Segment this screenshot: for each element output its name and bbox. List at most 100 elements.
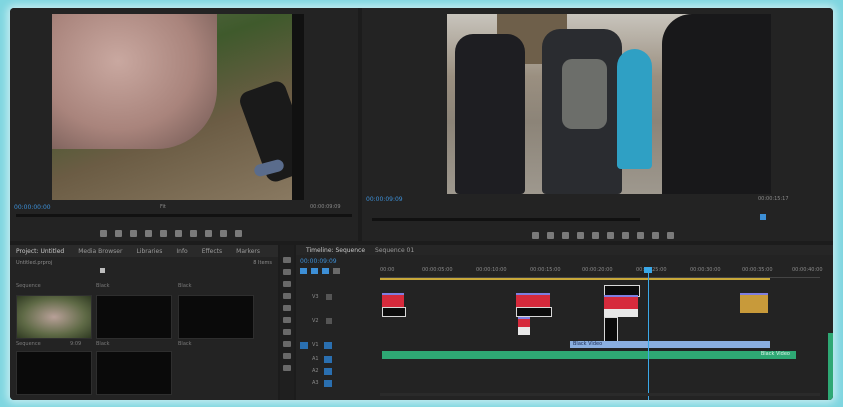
slip-tool-icon[interactable]	[283, 329, 291, 335]
ruler-tick: 00:00:40:00	[792, 267, 823, 273]
settings-icon[interactable]	[333, 268, 340, 274]
add-marker-icon[interactable]	[322, 268, 329, 274]
snap-icon[interactable]	[300, 268, 307, 274]
tab-libraries[interactable]: Libraries	[136, 248, 162, 255]
pen-tool-icon[interactable]	[283, 341, 291, 347]
program-transport-controls	[532, 232, 674, 239]
person-image-region	[455, 34, 525, 194]
audio-meter	[828, 333, 833, 400]
tab-markers[interactable]: Markers	[236, 248, 260, 255]
track-name: A3	[312, 380, 319, 386]
ruler-tick: 00:00:20:00	[582, 267, 613, 273]
step-back-icon[interactable]	[145, 230, 152, 237]
timeline-panel: Timeline: Sequence Sequence 01 00:00:09:…	[296, 245, 833, 400]
play-icon[interactable]	[160, 230, 167, 237]
source-patch-icon[interactable]	[300, 342, 308, 349]
timeline-clip[interactable]	[518, 327, 530, 335]
mark-in-icon[interactable]	[532, 232, 539, 239]
zoom-tool-icon[interactable]	[283, 365, 291, 371]
timeline-clip-blue[interactable]: Black Video	[570, 341, 770, 348]
insert-icon[interactable]	[205, 230, 212, 237]
play-icon[interactable]	[592, 232, 599, 239]
linked-selection-icon[interactable]	[311, 268, 318, 274]
source-fit-dropdown[interactable]: Fit	[160, 204, 166, 210]
selection-tool-icon[interactable]	[283, 257, 291, 263]
clip-label: Black Video	[573, 341, 603, 347]
playhead-line[interactable]	[648, 267, 649, 400]
mark-out-icon[interactable]	[547, 232, 554, 239]
tab-info[interactable]: Info	[176, 248, 187, 255]
project-thumbnail[interactable]	[96, 295, 172, 339]
thumbnail-label: Sequence	[16, 283, 41, 289]
rolling-edit-tool-icon[interactable]	[283, 293, 291, 299]
source-timecode[interactable]: 00:00:00:00	[14, 204, 51, 211]
step-forward-icon[interactable]	[175, 230, 182, 237]
extract-icon[interactable]	[652, 232, 659, 239]
program-timecode[interactable]: 00:00:09:09	[366, 196, 403, 203]
clip-label: Black Video	[760, 351, 790, 357]
tab-project[interactable]: Project: Untitled	[16, 248, 64, 255]
track-name: A2	[312, 368, 319, 374]
hand-tool-icon[interactable]	[283, 353, 291, 359]
razor-tool-icon[interactable]	[283, 317, 291, 323]
timeline-scrollbar[interactable]	[380, 393, 820, 396]
toggle-output-icon[interactable]	[326, 294, 332, 300]
timeline-toolbar	[300, 268, 340, 274]
timeline-clip[interactable]	[604, 309, 638, 317]
export-frame-icon[interactable]	[235, 230, 242, 237]
lift-icon[interactable]	[637, 232, 644, 239]
program-scrubber[interactable]	[372, 218, 640, 221]
tab-media-browser[interactable]: Media Browser	[78, 248, 122, 255]
go-to-out-icon[interactable]	[622, 232, 629, 239]
track-lock-icon[interactable]	[324, 342, 332, 349]
tab-sequence[interactable]: Sequence 01	[375, 247, 414, 254]
ruler-tick: 00:00	[380, 267, 395, 273]
go-to-in-icon[interactable]	[562, 232, 569, 239]
thumbnail-label: Black	[96, 341, 110, 347]
timeline-clip-green[interactable]: Black Video	[382, 351, 796, 359]
program-duration: 00:00:15:17	[758, 196, 789, 202]
track-name: V2	[312, 318, 319, 324]
time-ruler[interactable]: 00:00 00:00:05:00 00:00:10:00 00:00:15:0…	[380, 267, 823, 278]
source-duration: 00:00:09:09	[310, 204, 341, 210]
track-select-tool-icon[interactable]	[283, 269, 291, 275]
ripple-edit-tool-icon[interactable]	[283, 281, 291, 287]
go-to-out-icon[interactable]	[190, 230, 197, 237]
toggle-output-icon[interactable]	[326, 318, 332, 324]
timeline-clip[interactable]	[740, 293, 768, 313]
thumbnail-label: Black	[178, 283, 192, 289]
track-mute-icon[interactable]	[324, 356, 332, 363]
timeline-clip[interactable]	[604, 317, 618, 343]
track-mute-icon[interactable]	[324, 380, 332, 387]
project-thumbnail[interactable]	[16, 351, 92, 395]
step-back-icon[interactable]	[577, 232, 584, 239]
track-mute-icon[interactable]	[324, 368, 332, 375]
ruler-tick: 00:00:05:00	[422, 267, 453, 273]
project-thumbnail[interactable]	[96, 351, 172, 395]
project-tabbar: Project: Untitled Media Browser Librarie…	[10, 245, 278, 257]
timeline-timecode[interactable]: 00:00:09:09	[300, 258, 337, 265]
project-thumbnail[interactable]	[178, 295, 254, 339]
timeline-clip[interactable]	[382, 307, 406, 317]
source-transport-controls	[100, 230, 242, 237]
work-area-bar[interactable]	[380, 278, 770, 280]
bin-icon[interactable]	[100, 268, 105, 273]
tab-effects[interactable]: Effects	[202, 248, 222, 255]
overwrite-icon[interactable]	[220, 230, 227, 237]
step-forward-icon[interactable]	[607, 232, 614, 239]
go-to-in-icon[interactable]	[130, 230, 137, 237]
mark-in-icon[interactable]	[100, 230, 107, 237]
person-image-region	[617, 49, 652, 169]
tab-timeline[interactable]: Timeline: Sequence	[306, 247, 365, 254]
export-frame-icon[interactable]	[667, 232, 674, 239]
source-scrubber[interactable]	[16, 214, 352, 217]
program-playhead-handle[interactable]	[760, 214, 766, 220]
track-header-a1: A1	[296, 355, 376, 366]
program-monitor-panel: 00:00:09:09 00:00:15:17	[362, 8, 833, 241]
premiere-window: 00:00:00:00 Fit 00:00:09:09 00:00:09:09	[10, 8, 833, 400]
timeline-clip[interactable]	[516, 307, 552, 317]
rate-stretch-tool-icon[interactable]	[283, 305, 291, 311]
track-header-v2: V2	[296, 317, 376, 328]
project-thumbnail[interactable]	[16, 295, 92, 339]
mark-out-icon[interactable]	[115, 230, 122, 237]
